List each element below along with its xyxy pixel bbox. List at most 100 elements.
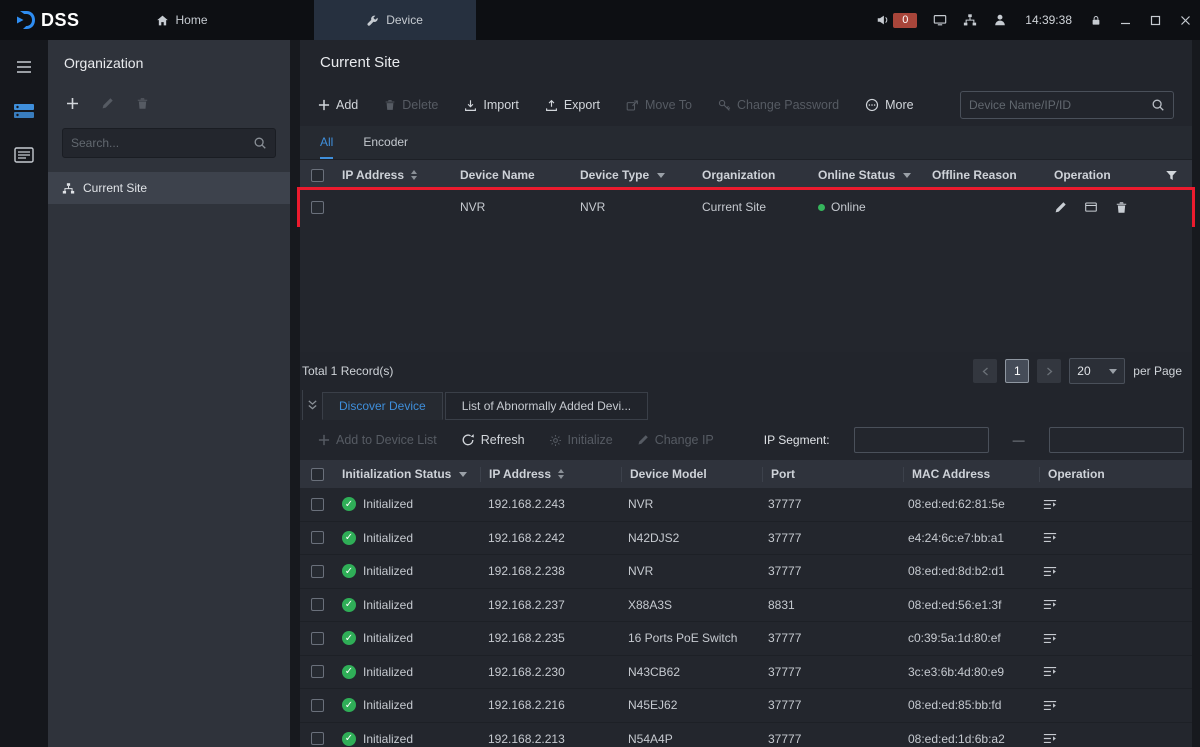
row-checkbox[interactable] xyxy=(311,665,324,678)
initialize-button[interactable]: Initialize xyxy=(549,433,613,447)
sitemap-button[interactable] xyxy=(955,0,985,40)
discover-table-row[interactable]: ✓ Initialized 192.168.2.235 16 Ports PoE… xyxy=(300,622,1192,656)
col-ip-address[interactable]: IP Address xyxy=(334,168,452,182)
filter-icon[interactable] xyxy=(1165,169,1178,182)
tab-device[interactable]: Device xyxy=(314,0,476,40)
discover-table-row[interactable]: ✓ Initialized 192.168.2.242 N42DJS2 3777… xyxy=(300,522,1192,556)
cell-mac-address: 08:ed:ed:8d:b2:d1 xyxy=(900,564,1035,578)
row-checkbox[interactable] xyxy=(311,732,324,745)
discover-table-row[interactable]: ✓ Initialized 192.168.2.230 N43CB62 3777… xyxy=(300,656,1192,690)
change-ip-button[interactable]: Change IP xyxy=(637,433,714,447)
edit-icon xyxy=(637,434,649,446)
close-button[interactable] xyxy=(1170,0,1200,40)
discover-table-row[interactable]: ✓ Initialized 192.168.2.243 NVR 37777 08… xyxy=(300,488,1192,522)
cell-device-name: NVR xyxy=(452,200,572,214)
sidebar-device-button[interactable] xyxy=(12,100,36,122)
edit-org-button[interactable] xyxy=(101,97,114,110)
discover-table-row[interactable]: ✓ Initialized 192.168.2.213 N54A4P 37777… xyxy=(300,723,1192,747)
move-to-button[interactable]: Move To xyxy=(626,98,692,112)
delete-icon[interactable] xyxy=(1115,201,1128,214)
sort-icon[interactable] xyxy=(558,469,564,479)
ip-segment-start-input[interactable] xyxy=(854,427,989,453)
select-all-checkbox[interactable] xyxy=(311,169,324,182)
minimize-button[interactable] xyxy=(1110,0,1140,40)
discover-table-row[interactable]: ✓ Initialized 192.168.2.237 X88A3S 8831 … xyxy=(300,589,1192,623)
caret-down-icon xyxy=(459,472,467,477)
page-size-select[interactable]: 20 xyxy=(1069,358,1125,384)
tab-encoder[interactable]: Encoder xyxy=(363,126,408,159)
logo-text: DSS xyxy=(41,10,80,31)
tab-home[interactable]: Home xyxy=(134,0,230,40)
initialized-check-icon: ✓ xyxy=(342,598,356,612)
row-checkbox[interactable] xyxy=(311,531,324,544)
cell-device-model: X88A3S xyxy=(620,598,760,612)
tab-all[interactable]: All xyxy=(320,126,333,159)
add-to-device-icon[interactable] xyxy=(1043,498,1057,511)
tab-discover-device[interactable]: Discover Device xyxy=(322,392,443,420)
delete-device-button[interactable]: Delete xyxy=(384,98,438,112)
add-to-device-list-button[interactable]: Add to Device List xyxy=(318,433,437,447)
tab-abnormally-added[interactable]: List of Abnormally Added Devi... xyxy=(445,392,648,420)
discover-toolbar: Add to Device List Refresh Initialize Ch… xyxy=(300,420,1192,460)
add-to-device-icon[interactable] xyxy=(1043,732,1057,745)
add-to-device-icon[interactable] xyxy=(1043,531,1057,544)
organization-search-input[interactable] xyxy=(71,136,253,150)
row-checkbox[interactable] xyxy=(311,201,324,214)
add-to-device-icon[interactable] xyxy=(1043,598,1057,611)
current-page-button[interactable]: 1 xyxy=(1005,359,1029,383)
discover-table-row[interactable]: ✓ Initialized 192.168.2.216 N45EJ62 3777… xyxy=(300,689,1192,723)
initialized-check-icon: ✓ xyxy=(342,631,356,645)
home-icon xyxy=(156,14,169,27)
add-to-device-icon[interactable] xyxy=(1043,565,1057,578)
initialized-check-icon: ✓ xyxy=(342,698,356,712)
sidebar-encoder-button[interactable] xyxy=(12,144,36,166)
add-org-button[interactable] xyxy=(66,97,79,110)
select-all-checkbox[interactable] xyxy=(311,468,324,481)
delete-org-button[interactable] xyxy=(136,97,149,110)
col-initialization-status[interactable]: Initialization Status xyxy=(334,467,480,481)
menu-toggle-button[interactable] xyxy=(12,56,36,78)
discover-table-row[interactable]: ✓ Initialized 192.168.2.238 NVR 37777 08… xyxy=(300,555,1192,589)
refresh-button[interactable]: Refresh xyxy=(461,433,525,447)
pagination: 1 20 per Page xyxy=(973,358,1182,384)
import-button[interactable]: Import xyxy=(464,98,518,112)
sort-icon[interactable] xyxy=(411,170,417,180)
row-checkbox[interactable] xyxy=(311,498,324,511)
device-search-input[interactable] xyxy=(969,98,1151,112)
search-icon[interactable] xyxy=(1151,98,1165,112)
add-to-device-icon[interactable] xyxy=(1043,665,1057,678)
web-config-icon[interactable] xyxy=(1084,201,1098,214)
row-checkbox[interactable] xyxy=(311,632,324,645)
discover-table-header: Initialization Status IP Address Device … xyxy=(300,460,1192,488)
add-to-device-icon[interactable] xyxy=(1043,699,1057,712)
col-online-status[interactable]: Online Status xyxy=(810,168,924,182)
lock-button[interactable] xyxy=(1082,0,1110,40)
prev-page-button[interactable] xyxy=(973,359,997,383)
more-button[interactable]: More xyxy=(865,98,913,112)
user-button[interactable] xyxy=(985,0,1015,40)
row-checkbox[interactable] xyxy=(311,598,324,611)
row-checkbox[interactable] xyxy=(311,565,324,578)
minimize-icon xyxy=(1120,15,1131,26)
col-device-type[interactable]: Device Type xyxy=(572,168,694,182)
next-page-button[interactable] xyxy=(1037,359,1061,383)
change-password-button[interactable]: Change Password xyxy=(718,98,839,112)
edit-icon[interactable] xyxy=(1054,201,1067,214)
device-table-row[interactable]: NVR NVR Current Site Online xyxy=(300,190,1192,224)
col-device-model: Device Model xyxy=(622,467,762,481)
add-to-device-icon[interactable] xyxy=(1043,632,1057,645)
ip-segment-end-input[interactable] xyxy=(1049,427,1184,453)
col-ip-address[interactable]: IP Address xyxy=(481,467,621,481)
alarm-sound-button[interactable]: 0 xyxy=(868,0,925,40)
cell-device-model: N45EJ62 xyxy=(620,698,760,712)
tree-item-current-site[interactable]: Current Site xyxy=(48,172,290,204)
add-device-button[interactable]: Add xyxy=(318,98,358,112)
row-checkbox[interactable] xyxy=(311,699,324,712)
cell-online-status: Online xyxy=(810,200,924,214)
monitor-button[interactable] xyxy=(925,0,955,40)
maximize-button[interactable] xyxy=(1140,0,1170,40)
cell-ip-address: 192.168.2.216 xyxy=(480,698,620,712)
initialized-check-icon: ✓ xyxy=(342,564,356,578)
export-button[interactable]: Export xyxy=(545,98,600,112)
collapse-panel-button[interactable] xyxy=(302,390,322,420)
